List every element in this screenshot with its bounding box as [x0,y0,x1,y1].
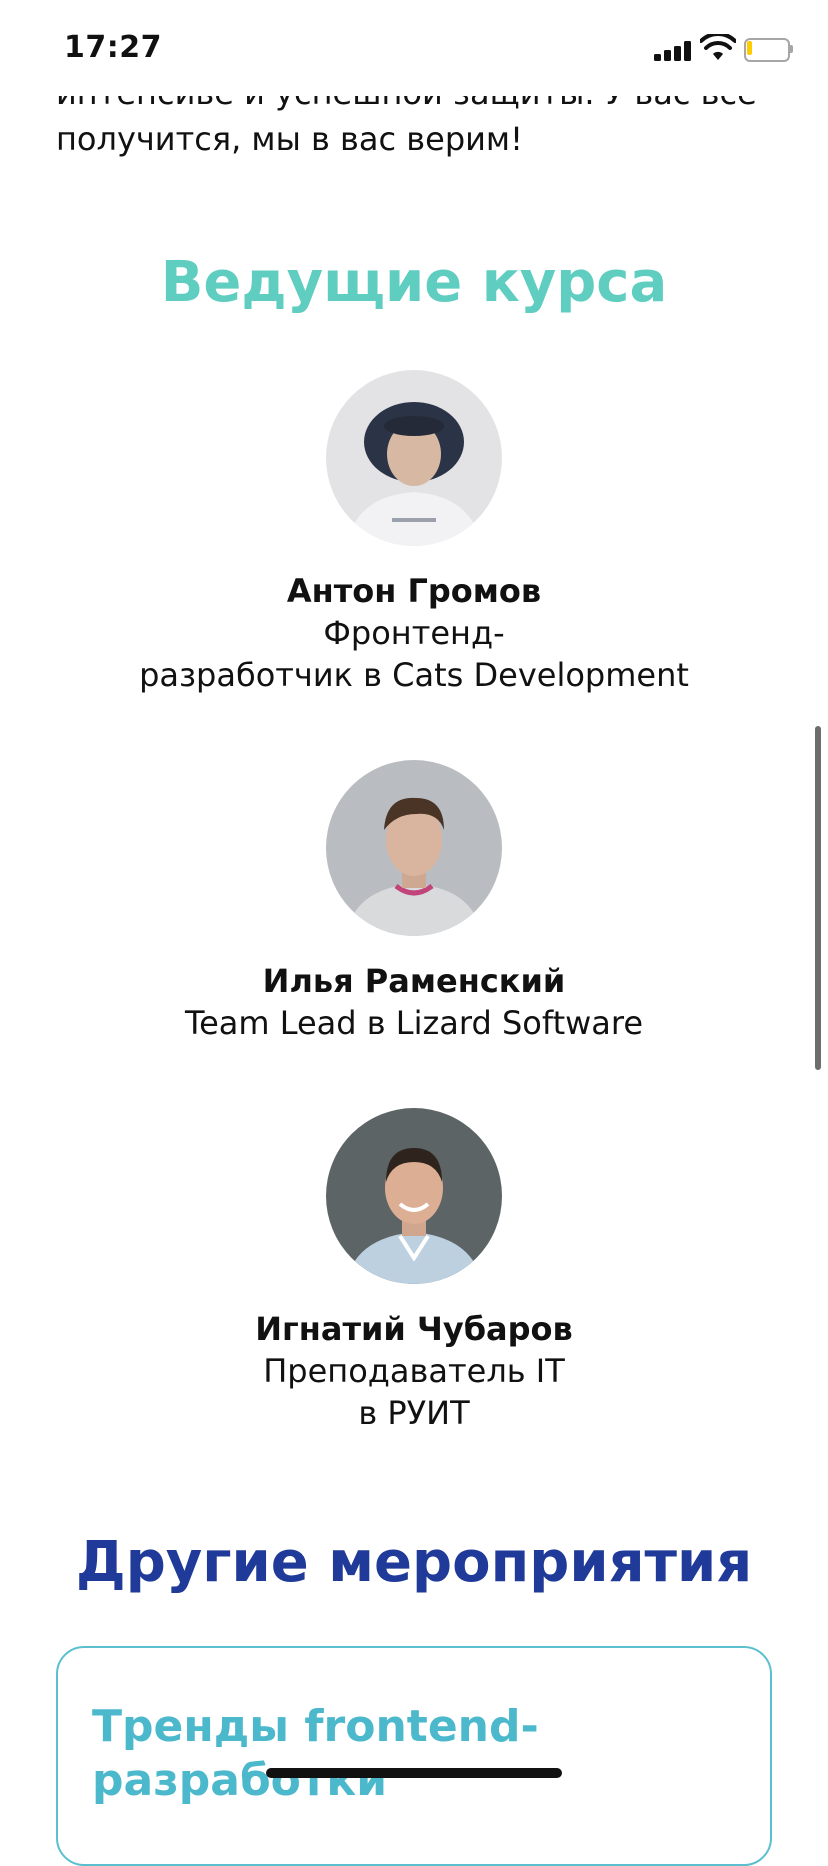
hosts-section-title: Ведущие курса [160,250,668,315]
wifi-icon [700,34,736,60]
speaker-role: Фронтенд- разработчик в Cats Development [139,614,689,694]
scrollbar[interactable] [815,726,821,1070]
event-card[interactable]: Тренды frontend-разработки [56,1646,772,1866]
speaker-card: Игнатий Чубаров Преподаватель IT в РУИТ [0,1108,828,1434]
speaker-name: Игнатий Чубаров [255,1310,573,1348]
speaker-card: Илья Раменский Team Lead в Lizard Softwa… [0,760,828,1044]
speaker-role: Преподаватель IT в РУИТ [263,1352,565,1432]
speaker-avatar [326,370,502,546]
speaker-avatar [326,760,502,936]
speaker-card: Антон Громов Фронтенд- разработчик в Cat… [0,370,828,696]
status-time: 17:27 [64,30,162,65]
speaker-role: Team Lead в Lizard Software [184,1004,644,1042]
speaker-name: Антон Громов [286,572,542,610]
speaker-avatar [326,1108,502,1284]
events-section-title: Другие мероприятия [75,1530,753,1595]
intro-last-line: получится, мы в вас верим! [56,120,523,158]
speaker-name: Илья Раменский [262,962,566,1000]
home-indicator[interactable] [266,1768,562,1778]
cellular-signal-icon [654,39,694,61]
battery-icon [744,38,793,62]
status-bar: 17:27 [0,0,828,96]
